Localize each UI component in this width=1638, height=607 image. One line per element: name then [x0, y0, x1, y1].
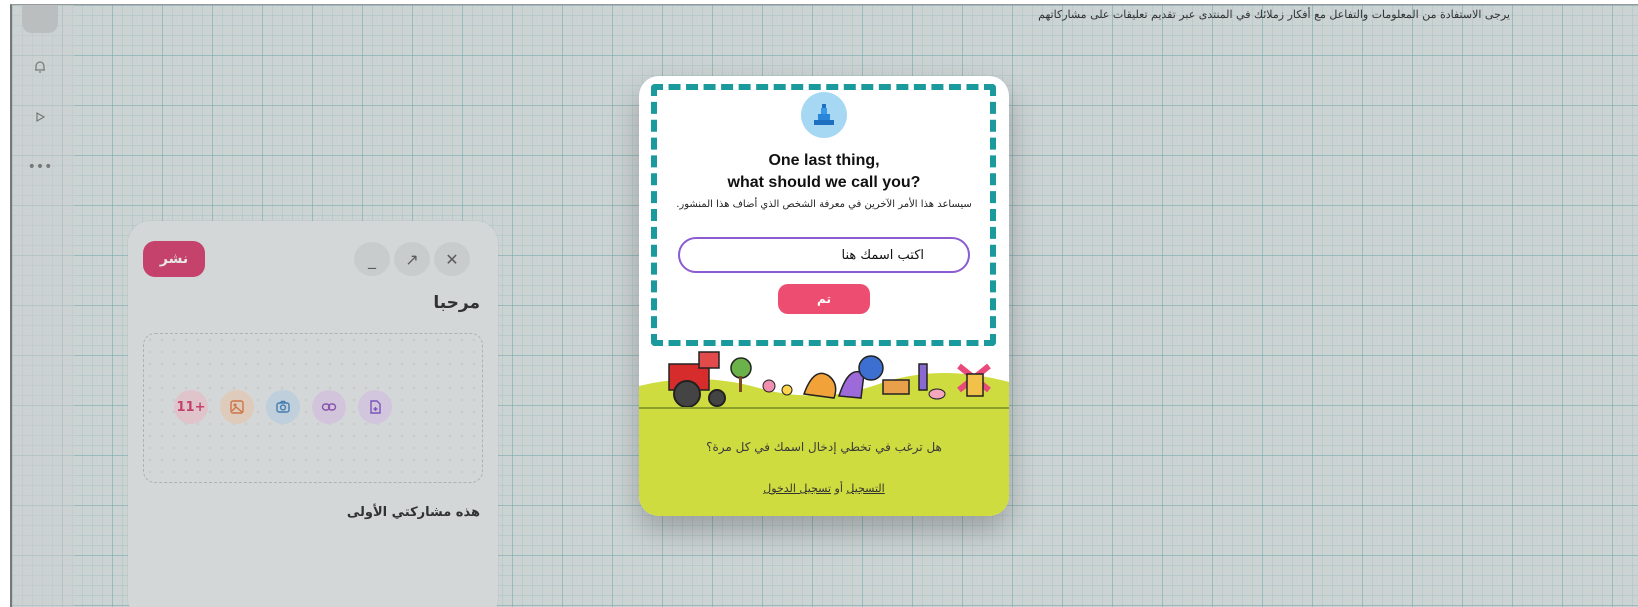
- modal-title-line1: One last thing,: [768, 152, 880, 169]
- post-body-text[interactable]: هذه مشاركتي الأولى: [347, 505, 480, 520]
- post-composer: نشر _ ↗ ✕ مرحبا 11+ هذه مشاركتي الأولى: [128, 221, 498, 607]
- minimize-button[interactable]: _: [354, 242, 390, 276]
- login-link[interactable]: تسجيل الدخول: [763, 482, 831, 495]
- instruction-banner: يرجى الاستفادة من المعلومات والتفاعل مع …: [1038, 8, 1510, 21]
- auth-links: التسجيل أو تسجيل الدخول: [639, 482, 1009, 495]
- farm-illustration: هل ترغب في تخطي إدخال اسمك في كل مرة؟ ال…: [639, 346, 1009, 516]
- more-icon[interactable]: •••: [22, 149, 58, 185]
- skip-name-question: هل ترغب في تخطي إدخال اسمك في كل مرة؟: [706, 440, 942, 454]
- attachment-area[interactable]: 11+: [143, 333, 483, 483]
- bell-icon[interactable]: [22, 49, 58, 85]
- rail-top-button[interactable]: [22, 5, 58, 33]
- modal-subtitle: سيساعد هذا الأمر الآخرين في معرفة الشخص …: [676, 199, 972, 210]
- name-prompt-modal: One last thing, what should we call you?…: [639, 76, 1009, 516]
- modal-title-line2: what should we call you?: [727, 174, 921, 191]
- logo-icon: [801, 92, 847, 138]
- name-input[interactable]: [678, 237, 970, 273]
- or-separator: أو: [831, 482, 843, 495]
- image-icon[interactable]: [220, 390, 254, 424]
- play-icon[interactable]: [22, 99, 58, 135]
- farm-scene-art: [639, 346, 1009, 416]
- signup-link[interactable]: التسجيل: [846, 482, 884, 495]
- close-button[interactable]: ✕: [434, 242, 470, 276]
- publish-button[interactable]: نشر: [143, 241, 205, 277]
- expand-button[interactable]: ↗: [394, 242, 430, 276]
- done-button[interactable]: تم: [778, 284, 870, 314]
- link-icon[interactable]: [312, 390, 346, 424]
- more-attachments-button[interactable]: 11+: [174, 390, 208, 424]
- modal-title: One last thing, what should we call you?: [639, 150, 1009, 194]
- camera-icon[interactable]: [266, 390, 300, 424]
- add-file-icon[interactable]: [358, 390, 392, 424]
- left-sidebar: •••: [12, 5, 74, 607]
- composer-title: مرحبا: [433, 293, 480, 313]
